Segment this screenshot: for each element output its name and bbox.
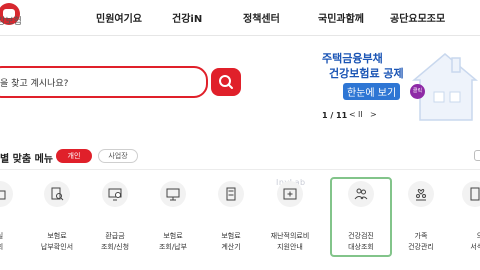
menu-label-2: 환급금 조회/신청	[93, 231, 137, 253]
menu-label-line2: 서식자	[470, 243, 480, 251]
menu-label-line1: 보험료	[163, 232, 183, 240]
menu-label-4: 보험료 계산기	[209, 231, 253, 253]
nav-item-with-citizens[interactable]: 국민과함께	[318, 10, 364, 25]
menu-tile-3[interactable]	[160, 181, 186, 207]
medical-support-icon	[283, 188, 297, 200]
menu-label-3: 보험료 조회/납부	[151, 231, 195, 253]
family-icon	[416, 189, 426, 201]
menu-label-8: 의 서식자	[458, 231, 480, 253]
menu-settings-checkbox[interactable]	[474, 150, 480, 161]
menu-label-line1: 보험료	[47, 232, 67, 240]
banner-click-badge[interactable]: 클릭	[410, 84, 425, 99]
document-search-icon	[51, 187, 64, 201]
search-button[interactable]	[211, 68, 241, 96]
banner-page-indicator: 1 / 11	[322, 111, 348, 120]
menu-label-5: 재난적의료비 지원안내	[266, 231, 314, 253]
search-query-text: 을 찾고 계시나요?	[0, 79, 69, 89]
menu-label-line2: 조회/납부	[158, 243, 188, 251]
header-divider	[0, 35, 480, 36]
menu-tile-2[interactable]	[102, 181, 128, 207]
refund-monitor-icon	[108, 188, 122, 201]
banner-title-line2[interactable]: 건강보험료 공제	[329, 65, 404, 81]
menu-tile-8[interactable]	[462, 181, 480, 207]
people-icon	[354, 188, 368, 200]
menu-label-7: 가족 건강관리	[399, 231, 443, 253]
menu-label-line1: 건강검진	[348, 232, 374, 240]
menu-label-0: 실 회	[0, 231, 22, 253]
menu-tile-0[interactable]	[0, 181, 13, 207]
menu-label-line1: 보험료	[221, 232, 241, 240]
nav-item-civil-service[interactable]: 민원여기요	[96, 10, 142, 25]
tab-personal[interactable]: 개인	[56, 149, 92, 163]
banner-view-link[interactable]: 한눈에 보기	[343, 83, 401, 100]
menu-label-1: 보험료 납부확인서	[35, 231, 79, 253]
nav-item-about-corporation[interactable]: 공단요모조모	[390, 10, 445, 25]
menu-tile-5[interactable]	[277, 181, 303, 207]
banner-title-line1[interactable]: 주택금융부채	[322, 50, 383, 66]
menu-label-line1: 환급금	[105, 232, 125, 240]
menu-label-line2: 계산기	[221, 243, 241, 251]
menu-label-6: 건강검진 대상조회	[339, 231, 383, 253]
menu-label-line1: 의	[476, 232, 480, 240]
calculator-icon	[226, 187, 236, 201]
form-icon	[470, 187, 480, 201]
menu-label-line1: 재난적의료비	[270, 232, 310, 240]
menu-label-line2: 회	[0, 242, 22, 253]
nav-item-policy-center[interactable]: 정책센터	[243, 10, 280, 25]
menu-label-line1: 실	[0, 231, 22, 242]
logo-text[interactable]: 강보험	[0, 14, 22, 27]
custom-menu-title: 별 맞춤 메뉴	[0, 154, 53, 165]
banner-next-button[interactable]: >	[370, 110, 377, 119]
menu-label-line2: 건강관리	[408, 243, 434, 251]
menu-tile-6[interactable]	[348, 181, 374, 207]
menu-tile-4[interactable]	[218, 181, 244, 207]
monitor-icon	[166, 188, 180, 201]
menu-tile-7[interactable]	[408, 181, 434, 207]
menu-label-line2: 조회/신청	[100, 243, 130, 251]
search-icon	[219, 75, 233, 89]
folder-icon	[0, 190, 6, 200]
menu-label-line2: 대상조회	[348, 243, 374, 251]
menu-tile-1[interactable]	[44, 181, 70, 207]
banner-prev-button[interactable]: <	[349, 110, 356, 119]
menu-label-line2: 납부확인서	[40, 243, 74, 251]
nav-item-health-in[interactable]: 건강iN	[172, 10, 202, 25]
tab-business[interactable]: 사업장	[98, 149, 138, 163]
section-divider	[0, 169, 480, 170]
banner-pause-button[interactable]: II	[358, 110, 363, 119]
menu-label-line2: 지원안내	[277, 243, 303, 251]
menu-label-line1: 가족	[414, 232, 428, 240]
